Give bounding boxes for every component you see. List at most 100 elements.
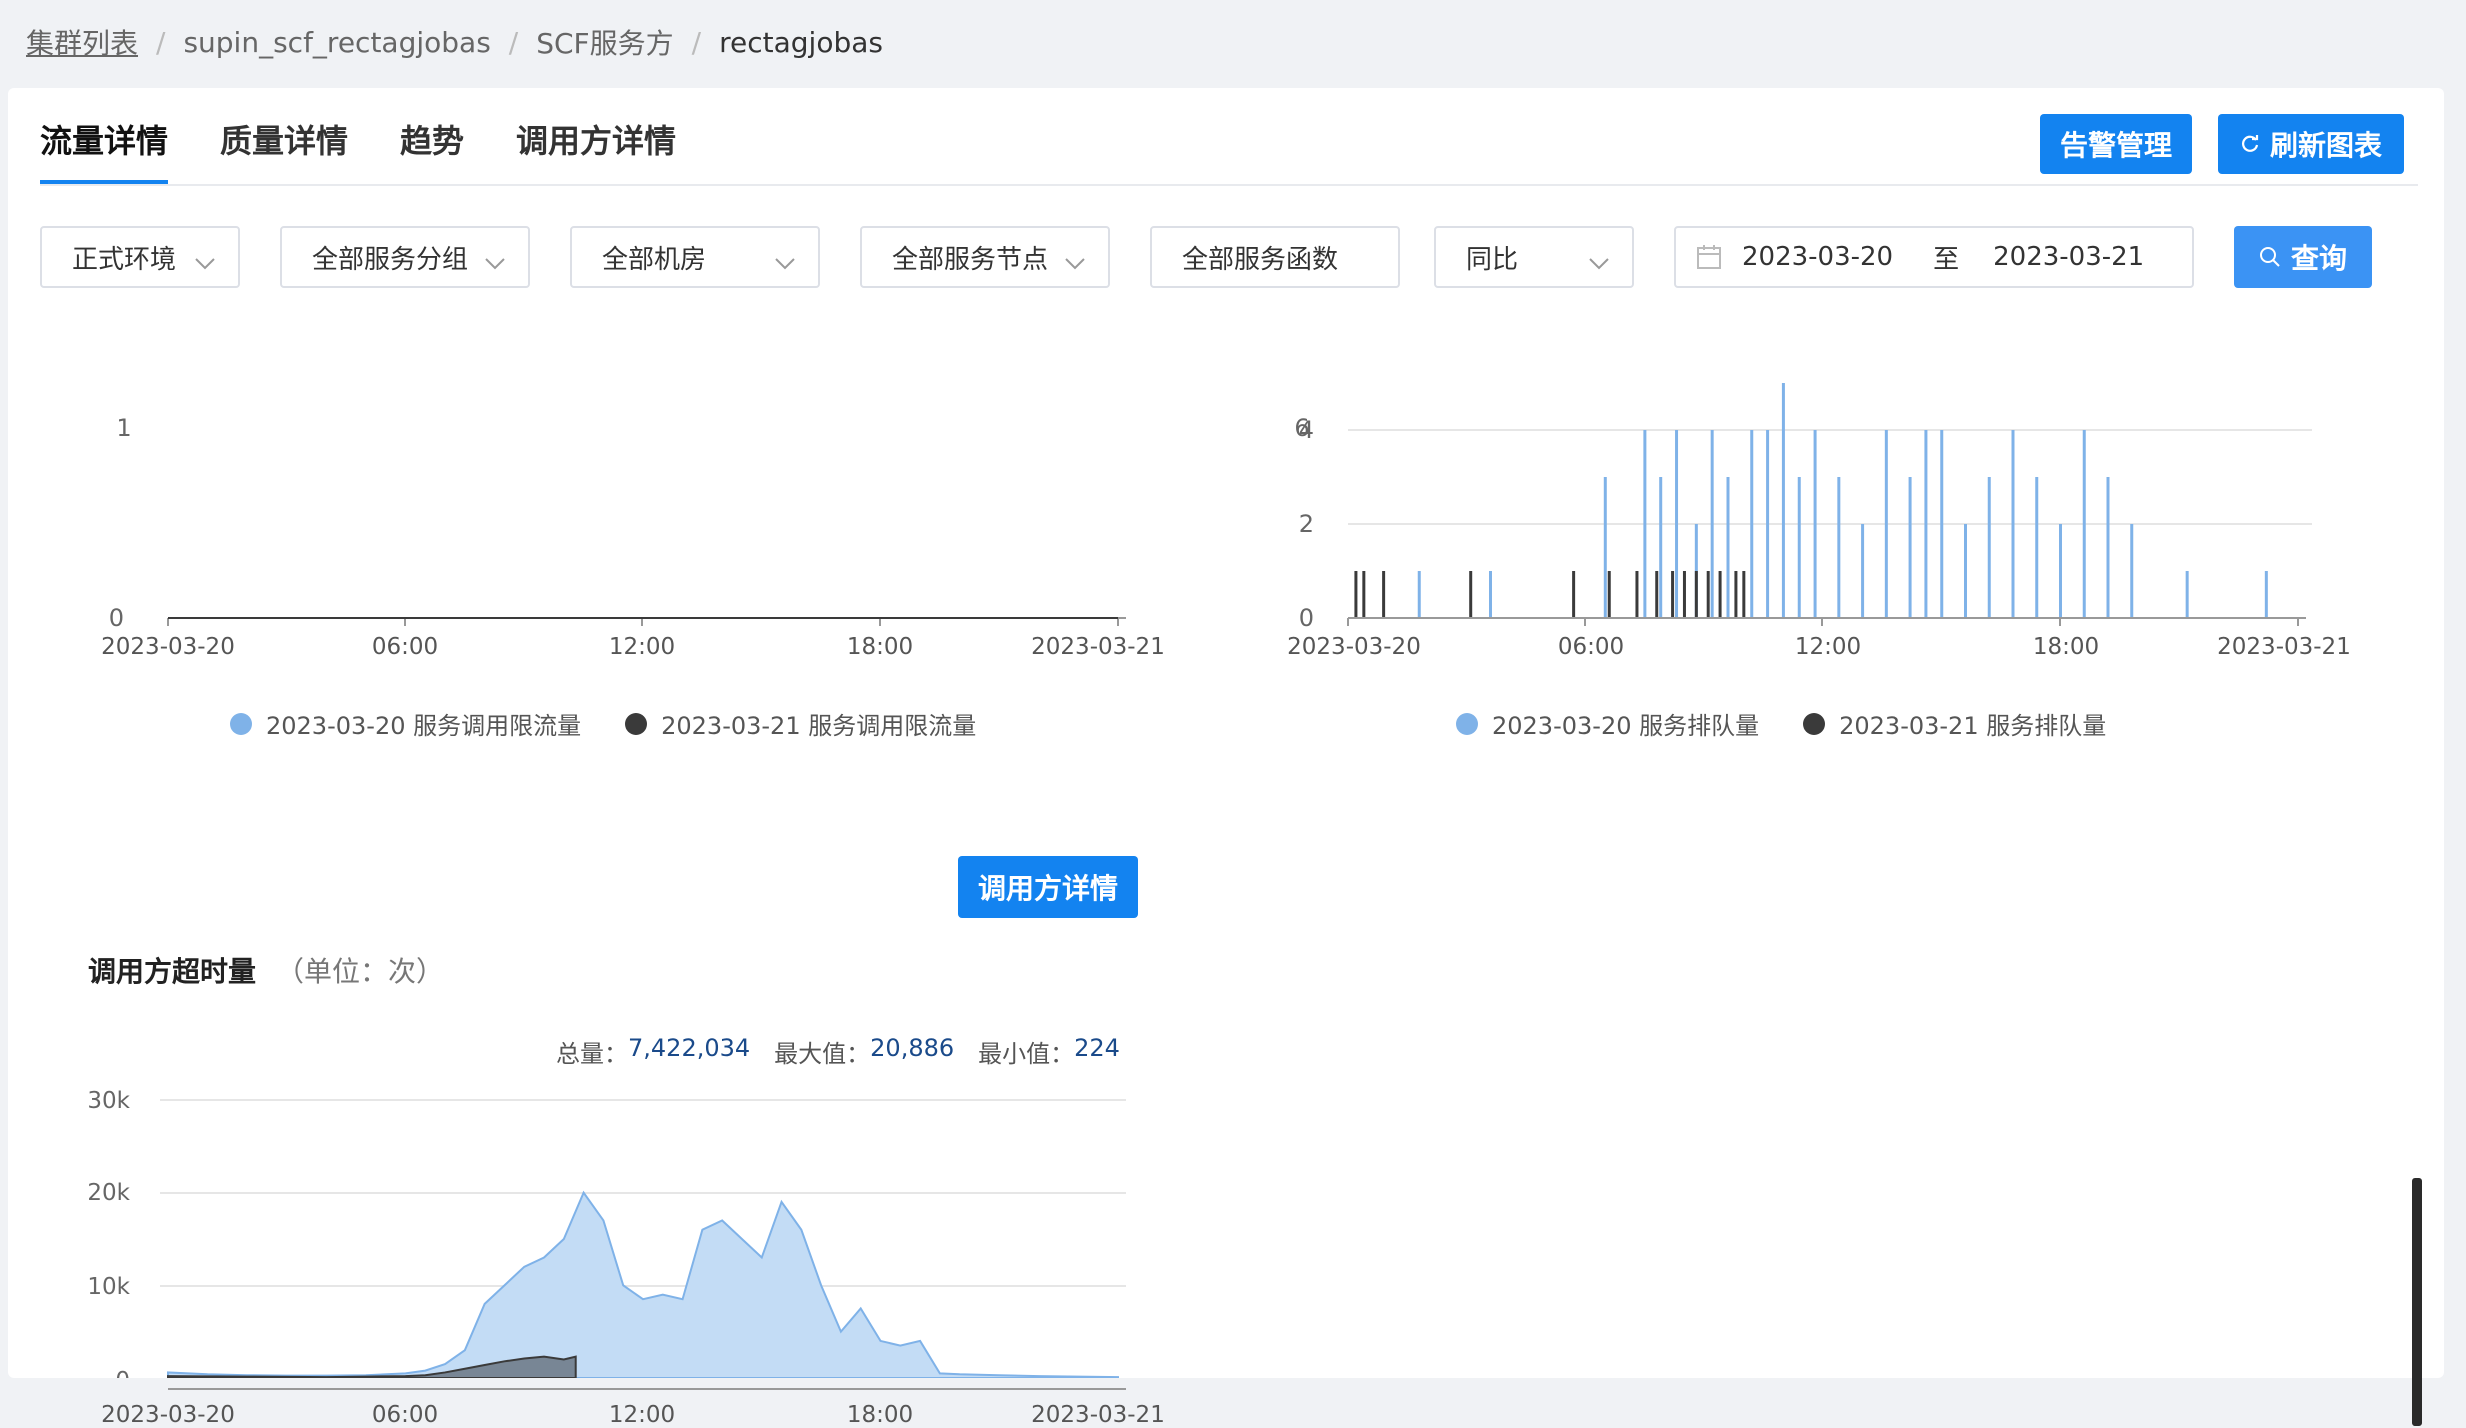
queue-bar	[1781, 383, 1785, 618]
queue-bar	[1964, 524, 1967, 618]
query-button[interactable]: 查询	[2234, 226, 2372, 288]
x-ticks	[167, 618, 1119, 626]
queue-bar	[1635, 571, 1639, 618]
queue-bar	[2185, 571, 2189, 618]
breadcrumb-separator: /	[508, 25, 519, 59]
compare-select[interactable]: 同比	[1434, 226, 1634, 288]
legend-label: 2023-03-20 服务排队量	[1492, 712, 1760, 740]
machine-room-select-value: 全部机房	[602, 244, 707, 275]
refresh-chart-button[interactable]: 刷新图表	[2218, 114, 2404, 174]
stat-max-label: 最大值：	[774, 1040, 871, 1068]
queue-bar	[1987, 477, 1991, 618]
chevron-down-icon	[774, 248, 796, 278]
machine-room-select[interactable]: 全部机房	[570, 226, 820, 288]
search-icon	[2259, 246, 2291, 268]
breadcrumb-cluster-list[interactable]: 集群列表	[26, 22, 138, 62]
caller-detail-label: 调用方详情	[977, 872, 1118, 905]
y-tick-label: 10k	[87, 1274, 130, 1300]
queue-bar	[1706, 571, 1710, 618]
tab-caller-detail[interactable]: 调用方详情	[516, 116, 676, 184]
caller-detail-button[interactable]: 调用方详情	[958, 856, 1138, 918]
queue-bar	[2035, 477, 2039, 618]
breadcrumb-separator: /	[691, 25, 702, 59]
tab-trend[interactable]: 趋势	[400, 116, 464, 184]
chevron-down-icon	[484, 248, 506, 278]
legend-item[interactable]: 2023-03-21 服务调用限流量	[625, 706, 976, 741]
vertical-scrollbar[interactable]	[2412, 1178, 2422, 1426]
queue-bar	[1694, 571, 1698, 618]
x-tick-label: 06:00	[372, 634, 438, 660]
queue-bar	[1837, 477, 1841, 618]
tab-quality-detail[interactable]: 质量详情	[220, 116, 348, 184]
tab-traffic-detail[interactable]: 流量详情	[40, 116, 169, 184]
queue-bar	[1742, 571, 1746, 618]
service-node-select-value: 全部服务节点	[892, 244, 1049, 275]
chevron-down-icon	[1064, 248, 1086, 278]
tabs-divider	[40, 184, 2418, 186]
queue-bar	[1861, 524, 1865, 618]
queue-bar	[1607, 571, 1611, 618]
service-group-select-value: 全部服务分组	[312, 244, 469, 275]
legend-item[interactable]: 2023-03-21 服务排队量	[1803, 706, 2106, 741]
date-end[interactable]: 2023-03-21	[1993, 242, 2144, 272]
stat-max-value: 20,886	[870, 1034, 955, 1062]
x-tick-label: 2023-03-20	[101, 1402, 235, 1428]
y-tick-label: 20k	[87, 1180, 130, 1206]
queue-bar	[1572, 571, 1576, 618]
queue-bar	[1671, 571, 1675, 618]
queue-bar	[1924, 430, 1928, 618]
queue-bar	[1675, 430, 1679, 618]
x-ticks	[1347, 618, 2299, 626]
queue-bar	[2059, 524, 2062, 618]
stat-total-label: 总量：	[556, 1040, 628, 1068]
timeout-unit: （单位：次）	[276, 955, 445, 988]
breadcrumb-separator: /	[156, 25, 166, 59]
queue-bar	[1726, 477, 1730, 618]
queue-bar	[1813, 430, 1817, 618]
date-start[interactable]: 2023-03-20	[1742, 242, 1893, 272]
service-node-select[interactable]: 全部服务节点	[860, 226, 1110, 288]
x-tick-label: 2023-03-21	[1031, 634, 1165, 660]
queue-bar	[1659, 477, 1663, 618]
limit-flow-chart: 1 0 2023-03-20 06:00 12:00 18:00 2023-03…	[101, 414, 1165, 660]
stat-min-value: 224	[1074, 1034, 1120, 1062]
y-tick-label: 0	[1299, 604, 1314, 632]
queue-bar	[1766, 430, 1770, 618]
x-tick-label: 12:00	[609, 1402, 675, 1428]
queue-bar	[1354, 571, 1358, 618]
env-select[interactable]: 正式环境	[40, 226, 240, 288]
timeout-title: 调用方超时量	[88, 955, 257, 988]
main-panel: 流量详情 质量详情 趋势 调用方详情 告警管理 刷新图表 正式环境 全部服务分组…	[8, 88, 2444, 1428]
breadcrumb: 集群列表 / supin_scf_rectagjobas / SCF服务方 / …	[26, 22, 883, 62]
alarm-management-button[interactable]: 告警管理	[2040, 114, 2192, 174]
queue-bar	[1710, 430, 1714, 618]
tab-bar: 流量详情 质量详情 趋势 调用方详情	[40, 116, 728, 184]
queue-bar	[1682, 571, 1686, 618]
service-function-select-value: 全部服务函数	[1182, 244, 1339, 275]
x-tick-label: 2023-03-21	[1031, 1402, 1165, 1428]
queue-chart: 6 0 2 4 2023-03-20 06:00 12:00 18:00 202…	[1287, 383, 2351, 660]
date-range-separator: 至	[1933, 244, 1960, 275]
queue-bar	[1908, 477, 1912, 618]
timeout-chart: 30k 20k 10k 0	[87, 1088, 1126, 1378]
service-function-select[interactable]: 全部服务函数	[1150, 226, 1400, 288]
date-range-picker[interactable]: 2023-03-20 至 2023-03-21	[1674, 226, 2194, 288]
queue-bar	[1469, 571, 1473, 618]
chevron-down-icon	[194, 248, 216, 278]
legend-item[interactable]: 2023-03-20 服务排队量	[1456, 706, 1759, 741]
x-tick-label: 12:00	[1795, 634, 1861, 660]
legend-label: 2023-03-21 服务调用限流量	[661, 712, 977, 740]
service-group-select[interactable]: 全部服务分组	[280, 226, 530, 288]
chevron-down-icon	[1588, 248, 1610, 278]
queue-bar	[1417, 571, 1421, 618]
breadcrumb-scf-provider[interactable]: SCF服务方	[536, 22, 673, 62]
query-label: 查询	[2290, 242, 2347, 275]
legend-label: 2023-03-21 服务排队量	[1839, 712, 2107, 740]
legend-item[interactable]: 2023-03-20 服务调用限流量	[230, 706, 581, 741]
queue-bar	[2011, 430, 2015, 618]
queue-bar	[2106, 477, 2110, 618]
breadcrumb-cluster[interactable]: supin_scf_rectagjobas	[183, 26, 490, 59]
queue-bar	[1940, 430, 1944, 618]
queue-bar	[1655, 571, 1659, 618]
queue-bar	[1884, 430, 1888, 618]
